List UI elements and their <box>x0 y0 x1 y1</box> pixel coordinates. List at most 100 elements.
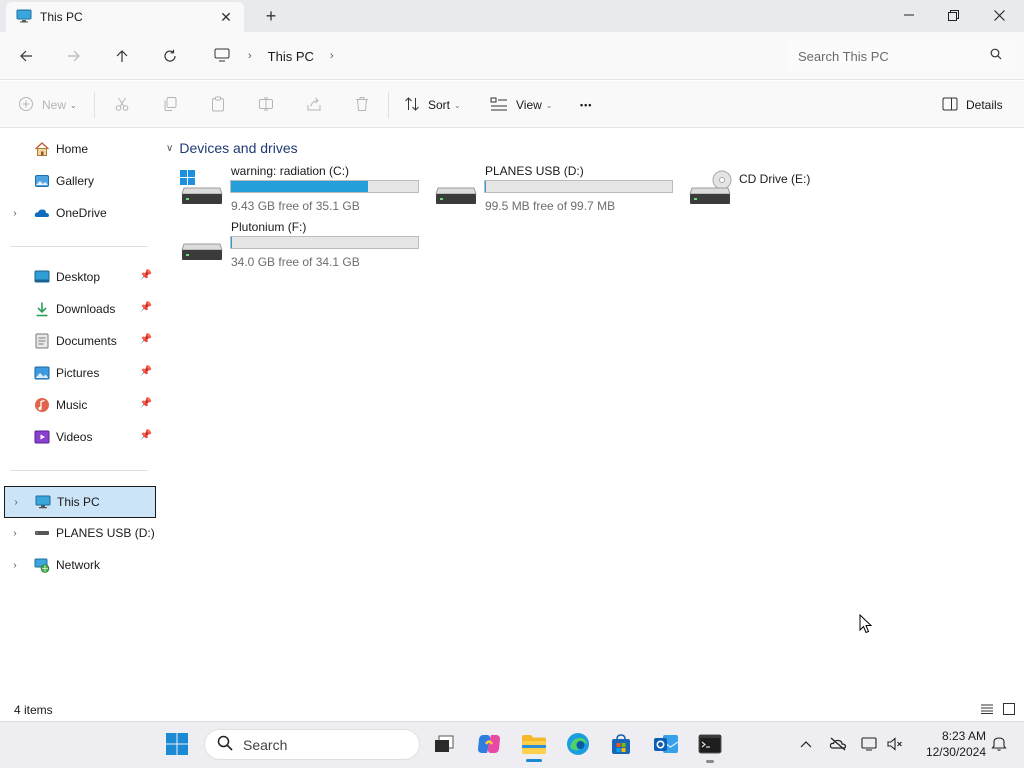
sort-icon <box>404 96 420 115</box>
details-view-icon[interactable] <box>978 700 996 718</box>
this-pc-icon <box>16 9 32 26</box>
cut-button[interactable] <box>114 92 130 118</box>
system-clock[interactable]: 8:23 AM 12/30/2024 <box>910 728 986 760</box>
search-input[interactable]: Search This PC <box>788 40 1016 72</box>
drive-usage-bar <box>230 236 419 249</box>
search-icon <box>217 735 233 754</box>
videos-icon <box>34 429 50 445</box>
onedrive-offline-icon[interactable] <box>827 734 849 754</box>
clock-date: 12/30/2024 <box>925 745 986 759</box>
pin-icon[interactable]: 📌 <box>140 302 152 313</box>
pin-icon[interactable]: 📌 <box>140 334 152 345</box>
drive-usage-fill <box>231 237 232 248</box>
sidebar-item-label: Network <box>56 558 101 572</box>
show-hidden-icons-chevron-up-icon[interactable] <box>795 734 817 754</box>
tab-title: This PC <box>40 10 83 24</box>
drive-f-tile[interactable]: Plutonium (F:) 34.0 GB free of 34.1 GB <box>180 220 420 270</box>
sidebar-item-home[interactable]: Home <box>4 135 156 163</box>
sidebar-item-network[interactable]: › Network <box>4 551 156 579</box>
close-tab-icon[interactable]: ✕ <box>218 9 234 25</box>
view-button[interactable]: View ⌄ <box>490 92 553 118</box>
drive-d-tile[interactable]: PLANES USB (D:) 99.5 MB free of 99.7 MB <box>434 164 674 214</box>
drive-free-space: 34.0 GB free of 34.1 GB <box>231 255 360 269</box>
outlook-icon[interactable] <box>650 728 682 760</box>
share-button[interactable] <box>306 92 322 118</box>
monitor-icon <box>214 48 230 65</box>
chevron-right-icon[interactable]: › <box>248 50 252 62</box>
chevron-down-icon[interactable]: ∨ <box>166 143 173 154</box>
pin-icon[interactable]: 📌 <box>140 366 152 377</box>
rename-button[interactable] <box>258 92 274 118</box>
sort-label: Sort <box>428 98 451 112</box>
gallery-icon <box>34 173 50 189</box>
address-bar[interactable]: › This PC › <box>206 40 776 72</box>
up-button[interactable] <box>108 42 136 70</box>
scissors-icon <box>114 96 130 115</box>
search-icon <box>990 48 1002 63</box>
task-view-button[interactable] <box>428 728 460 760</box>
tiles-view-icon[interactable] <box>1000 700 1018 718</box>
tab-this-pc[interactable]: This PC ✕ <box>6 2 244 32</box>
search-placeholder: Search This PC <box>798 48 889 64</box>
details-button[interactable]: Details <box>942 92 1003 118</box>
chevron-right-icon[interactable]: › <box>4 560 26 571</box>
new-tab-button[interactable]: + <box>262 6 280 26</box>
edge-browser-icon[interactable] <box>562 728 594 760</box>
sidebar-item-label: Downloads <box>56 302 116 316</box>
chevron-down-icon: ⌄ <box>70 100 77 110</box>
back-button[interactable] <box>12 42 40 70</box>
group-header-devices[interactable]: ∨ Devices and drives <box>166 138 298 158</box>
drive-free-space: 99.5 MB free of 99.7 MB <box>485 199 616 213</box>
chevron-right-icon[interactable]: › <box>5 497 27 508</box>
details-label: Details <box>966 98 1003 112</box>
minimize-button[interactable] <box>886 0 932 30</box>
terminal-icon[interactable] <box>694 728 726 760</box>
close-window-button[interactable] <box>976 0 1022 30</box>
sidebar-item-documents[interactable]: Documents 📌 <box>4 327 156 355</box>
sidebar-item-onedrive[interactable]: › OneDrive <box>4 199 156 227</box>
sidebar-item-desktop[interactable]: Desktop 📌 <box>4 263 156 291</box>
breadcrumb-this-pc[interactable]: This PC <box>268 49 314 64</box>
sidebar-item-gallery[interactable]: Gallery <box>4 167 156 195</box>
active-app-indicator <box>526 759 542 762</box>
new-button[interactable]: New ⌄ <box>18 92 77 118</box>
sidebar-item-pictures[interactable]: Pictures 📌 <box>4 359 156 387</box>
pin-icon[interactable]: 📌 <box>140 430 152 441</box>
volume-muted-icon[interactable] <box>884 734 906 754</box>
notifications-icon[interactable] <box>988 734 1010 754</box>
sidebar-item-this-pc[interactable]: › This PC <box>4 486 156 518</box>
refresh-button[interactable] <box>156 42 184 70</box>
desktop-icon <box>34 269 50 285</box>
sidebar-item-music[interactable]: Music 📌 <box>4 391 156 419</box>
paste-button[interactable] <box>210 92 226 118</box>
delete-button[interactable] <box>354 92 370 118</box>
network-status-icon[interactable] <box>859 734 881 754</box>
sort-button[interactable]: Sort ⌄ <box>404 92 461 118</box>
start-button[interactable] <box>161 728 193 760</box>
forward-button[interactable] <box>60 42 88 70</box>
sidebar-item-downloads[interactable]: Downloads 📌 <box>4 295 156 323</box>
view-icon <box>490 97 508 114</box>
chevron-right-icon[interactable]: › <box>330 50 334 62</box>
sidebar-item-videos[interactable]: Videos 📌 <box>4 423 156 451</box>
sidebar-item-planes-usb[interactable]: › PLANES USB (D:) <box>4 519 156 547</box>
pin-icon[interactable]: 📌 <box>140 398 152 409</box>
restore-button[interactable] <box>930 0 976 30</box>
drive-name: CD Drive (E:) <box>739 172 811 186</box>
onedrive-icon <box>34 205 50 221</box>
drive-usage-fill <box>231 181 368 192</box>
chevron-right-icon[interactable]: › <box>4 208 26 219</box>
taskbar-search[interactable]: Search <box>204 729 420 760</box>
more-options-button[interactable]: ••• <box>580 92 592 118</box>
usb-drive-icon <box>434 170 477 206</box>
file-explorer-taskbar-icon[interactable] <box>518 728 550 760</box>
sidebar-divider <box>10 470 148 471</box>
microsoft-store-icon[interactable] <box>605 728 637 760</box>
copilot-icon[interactable] <box>473 728 505 760</box>
drive-e-tile[interactable]: CD Drive (E:) <box>688 164 928 214</box>
share-icon <box>306 96 322 115</box>
chevron-right-icon[interactable]: › <box>4 528 26 539</box>
pin-icon[interactable]: 📌 <box>140 270 152 281</box>
drive-c-tile[interactable]: warning: radiation (C:) 9.43 GB free of … <box>180 164 420 214</box>
copy-button[interactable] <box>162 92 178 118</box>
